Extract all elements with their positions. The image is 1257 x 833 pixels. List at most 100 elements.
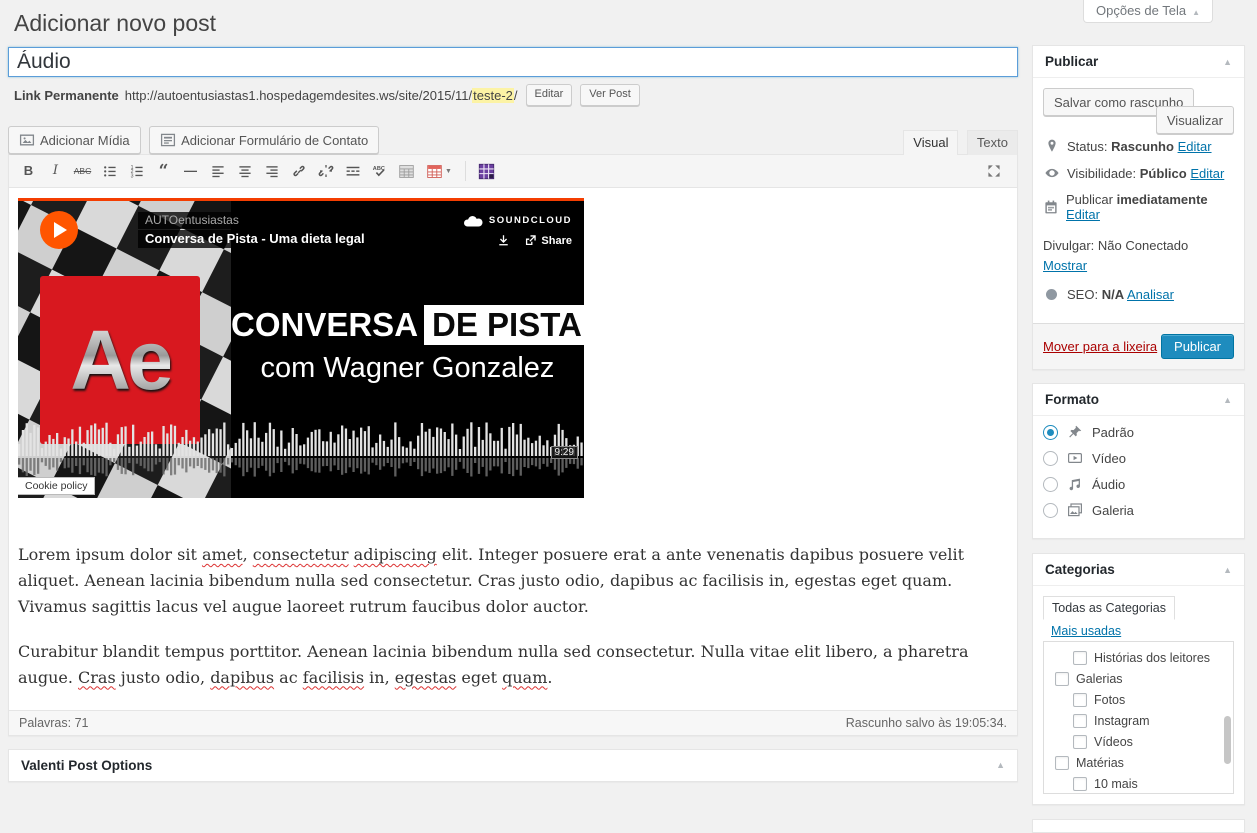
- format-option-label: Padrão: [1092, 425, 1134, 440]
- edit-visibility-link[interactable]: Editar: [1190, 166, 1224, 181]
- text-segment: in,: [364, 668, 395, 687]
- category-label: Instagram: [1094, 714, 1150, 728]
- misspelled-word: adipiscing: [354, 545, 437, 564]
- misspelled-word: consectetur: [253, 545, 349, 564]
- download-button[interactable]: [497, 234, 510, 247]
- collapse-arrow-icon[interactable]: ▲: [996, 760, 1005, 770]
- collapse-arrow-icon[interactable]: ▲: [1223, 57, 1232, 67]
- soundcloud-logo[interactable]: SOUNDCLOUD: [462, 214, 572, 227]
- post-title-input[interactable]: [8, 47, 1018, 77]
- category-checkbox[interactable]: [1073, 651, 1087, 665]
- collapse-arrow-icon[interactable]: ▲: [1223, 565, 1232, 575]
- tab-most-used[interactable]: Mais usadas: [1043, 620, 1129, 642]
- radio-button[interactable]: [1043, 477, 1058, 492]
- category-label: Matérias: [1076, 756, 1124, 770]
- publicize-show-link[interactable]: Mostrar: [1043, 258, 1087, 273]
- text-segment: ,: [243, 545, 253, 564]
- text-segment: eget: [456, 668, 502, 687]
- audio-icon: [1066, 476, 1084, 492]
- italic-button[interactable]: I: [42, 159, 69, 183]
- categories-panel-header[interactable]: Categorias ▲: [1033, 554, 1244, 586]
- artist-name[interactable]: AUTOentusiastas: [138, 212, 246, 229]
- category-item: Vídeos: [1044, 731, 1233, 752]
- share-button[interactable]: Share: [524, 234, 572, 247]
- publish-button[interactable]: Publicar: [1161, 334, 1234, 359]
- text-segment: .: [547, 668, 552, 687]
- embed-top-accent: [18, 198, 584, 201]
- preview-button[interactable]: Visualizar: [1156, 106, 1234, 134]
- horizontal-rule-button[interactable]: —: [177, 159, 204, 183]
- align-right-button[interactable]: [258, 159, 285, 183]
- tablepress-grid-button[interactable]: [473, 159, 500, 183]
- edit-status-link[interactable]: Editar: [1178, 139, 1212, 154]
- tab-visual[interactable]: Visual: [903, 130, 958, 155]
- strikethrough-icon: ABC: [74, 159, 91, 183]
- permalink-label: Link Permanente: [14, 88, 119, 103]
- add-contact-form-button[interactable]: Adicionar Formulário de Contato: [149, 126, 379, 154]
- publish-panel-header[interactable]: Publicar ▲: [1033, 46, 1244, 78]
- publicize-row: Divulgar: Não Conectado Mostrar: [1043, 236, 1234, 275]
- editor: BI ABC 123“— ABC ▼ Ae AUTOentusiastas Conver…: [8, 154, 1018, 736]
- format-option-label: Vídeo: [1092, 451, 1126, 466]
- seo-analyze-link[interactable]: Analisar: [1127, 287, 1174, 302]
- align-right-icon: [264, 163, 280, 179]
- embed-actions: Share: [497, 234, 572, 247]
- table-button[interactable]: [393, 159, 420, 183]
- more-tag-button[interactable]: [339, 159, 366, 183]
- audio-waveform[interactable]: [18, 418, 584, 488]
- page-title: Adicionar novo post: [14, 10, 1018, 37]
- edit-schedule-link[interactable]: Editar: [1066, 207, 1100, 222]
- editor-statusbar: Palavras: 71 Rascunho salvo às 19:05:34.: [9, 710, 1017, 735]
- tab-text[interactable]: Texto: [967, 130, 1018, 155]
- blockquote-button[interactable]: “: [150, 159, 177, 183]
- link-button[interactable]: [285, 159, 312, 183]
- bullet-list-button[interactable]: [96, 159, 123, 183]
- episode-banner: CONVERSADE PISTA com Wagner Gonzalez: [231, 306, 584, 385]
- permalink-row: Link Permanente http://autoentusiastas1.…: [14, 84, 1018, 106]
- align-center-icon: [237, 163, 253, 179]
- tab-all-categories[interactable]: Todas as Categorias: [1043, 596, 1175, 620]
- valenti-panel-header[interactable]: Valenti Post Options ▲: [9, 750, 1017, 781]
- table-red-dropdown-button[interactable]: ▼: [420, 159, 458, 183]
- align-left-button[interactable]: [204, 159, 231, 183]
- numbered-list-button[interactable]: 123: [123, 159, 150, 183]
- post-body-text[interactable]: Lorem ipsum dolor sit amet, consectetur …: [18, 542, 1008, 691]
- unlink-button[interactable]: [312, 159, 339, 183]
- misspelled-word: facilisis: [303, 668, 364, 687]
- permalink-slug[interactable]: teste-2: [472, 88, 514, 103]
- soundcloud-embed[interactable]: Ae AUTOentusiastas Conversa de Pista - U…: [18, 198, 584, 498]
- category-checkbox[interactable]: [1073, 735, 1087, 749]
- download-icon: [497, 234, 510, 247]
- category-checkbox[interactable]: [1073, 777, 1087, 791]
- media-icon: [19, 132, 35, 148]
- play-button[interactable]: [40, 211, 78, 249]
- category-checklist[interactable]: Histórias dos leitoresGaleriasFotosInsta…: [1043, 641, 1234, 794]
- add-media-button[interactable]: Adicionar Mídia: [8, 126, 141, 154]
- radio-button[interactable]: [1043, 451, 1058, 466]
- move-to-trash-link[interactable]: Mover para a lixeira: [1043, 339, 1157, 354]
- strikethrough-button[interactable]: ABC: [69, 159, 96, 183]
- category-checkbox[interactable]: [1055, 672, 1069, 686]
- video-icon: [1066, 450, 1084, 466]
- view-post-button[interactable]: Ver Post: [580, 84, 640, 106]
- scrollbar-thumb[interactable]: [1224, 716, 1231, 764]
- align-center-button[interactable]: [231, 159, 258, 183]
- permalink-edit-button[interactable]: Editar: [526, 84, 573, 106]
- radio-button[interactable]: [1043, 503, 1058, 518]
- category-tabs: Todas as CategoriasMais usadas: [1043, 596, 1234, 642]
- bold-button[interactable]: B: [15, 159, 42, 183]
- fullscreen-button[interactable]: [980, 159, 1007, 183]
- category-checkbox[interactable]: [1055, 756, 1069, 770]
- bullet-list-icon: [102, 163, 118, 179]
- duration-badge: 9:29: [551, 446, 578, 459]
- format-panel-header[interactable]: Formato ▲: [1033, 384, 1244, 416]
- collapse-arrow-icon[interactable]: ▲: [1223, 395, 1232, 405]
- track-title[interactable]: Conversa de Pista - Uma dieta legal: [138, 230, 372, 248]
- cookie-policy-link[interactable]: Cookie policy: [18, 477, 95, 495]
- draft-saved-status: Rascunho salvo às 19:05:34.: [846, 716, 1007, 730]
- editor-content[interactable]: Ae AUTOentusiastas Conversa de Pista - U…: [9, 188, 1017, 691]
- radio-button[interactable]: [1043, 425, 1058, 440]
- category-checkbox[interactable]: [1073, 714, 1087, 728]
- screen-options-button[interactable]: Opções de Tela▲: [1083, 0, 1213, 23]
- spellcheck-button[interactable]: ABC: [366, 159, 393, 183]
